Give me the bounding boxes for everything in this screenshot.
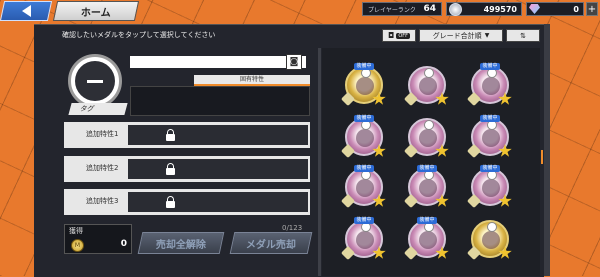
medal-portrait — [419, 179, 437, 197]
sell-medals-label: メダル売却 — [246, 239, 296, 251]
sell-medals-button[interactable]: メダル売却 — [229, 232, 313, 254]
equipped-badge: 装備中 — [354, 217, 374, 224]
lock-icon — [166, 196, 175, 208]
filter-status: OFF — [396, 32, 410, 39]
equipped-badge: 装備中 — [417, 165, 437, 172]
instruction-text: 確認したいメダルをタップして選択してください — [62, 31, 216, 39]
equipped-badge: 装備中 — [480, 63, 500, 70]
medal-item[interactable]: 装備中 — [466, 63, 512, 107]
player-rank-value: 64 — [423, 4, 436, 14]
panel-stripe — [544, 24, 550, 276]
sell-count: 0/123 — [282, 224, 303, 232]
home-button[interactable]: ホーム — [52, 1, 140, 21]
unselect-all-button[interactable]: 売却全解除 — [137, 232, 225, 254]
scrollbar[interactable] — [541, 150, 543, 164]
extra-trait-label: 追加特性2 — [86, 164, 119, 172]
lock-icon — [166, 163, 175, 175]
medal-item[interactable]: 装備中 — [340, 63, 386, 107]
lock-icon — [166, 129, 175, 141]
gem-value: 0 — [573, 4, 579, 14]
medal-item[interactable]: 装備中 — [403, 165, 449, 209]
equipped-badge: 装備中 — [480, 165, 500, 172]
equipped-badge: 装備中 — [354, 63, 374, 70]
extra-trait-slot[interactable] — [128, 192, 308, 212]
medal-portrait — [356, 129, 374, 147]
chevron-down-icon: ▼ — [484, 32, 490, 39]
extra-trait-slot[interactable] — [128, 125, 308, 145]
medal-coin-icon: M — [71, 239, 84, 252]
equipped-badge: 装備中 — [480, 115, 500, 122]
equipped-badge: 装備中 — [354, 115, 374, 122]
extra-trait-row-1: 追加特性1 — [64, 122, 310, 148]
extra-trait-slot[interactable] — [128, 159, 308, 179]
unique-trait-box — [130, 86, 310, 116]
medal-portrait — [356, 77, 374, 95]
medal-portrait — [482, 231, 500, 249]
order-toggle-button[interactable]: ⇅ — [506, 29, 540, 42]
sort-label: グレード合計順 — [432, 31, 482, 40]
grade-icon — [424, 120, 434, 130]
sort-order-icon: ⇅ — [520, 31, 526, 40]
player-rank-label: プレイヤーランク — [368, 6, 416, 14]
medal-item[interactable] — [403, 118, 449, 159]
gem-counter: 0 — [526, 2, 584, 16]
earnings-label: 獲得 — [69, 227, 83, 235]
medal-item[interactable] — [466, 220, 512, 261]
extra-trait-row-3: 追加特性3 — [64, 189, 310, 215]
unselect-all-label: 売却全解除 — [156, 239, 206, 251]
back-arrow-icon — [21, 5, 31, 17]
bookmark-icon[interactable]: ◙ — [286, 54, 302, 70]
filter-icon: ◘ — [387, 31, 395, 40]
medal-item[interactable]: 装備中 — [466, 165, 512, 209]
coin-value: 499570 — [483, 4, 517, 14]
selected-medal-slot — [68, 54, 122, 108]
medal-portrait — [419, 129, 437, 147]
equipped-badge: 装備中 — [354, 165, 374, 172]
back-button[interactable] — [0, 1, 53, 21]
home-button-label: ホーム — [81, 7, 111, 19]
medal-portrait — [419, 77, 437, 95]
filter-button[interactable]: ◘ OFF — [382, 29, 416, 42]
medal-item[interactable]: 装備中 — [340, 165, 386, 209]
player-rank: プレイヤーランク 64 — [362, 2, 442, 16]
equipped-badge: 装備中 — [417, 217, 437, 224]
unique-trait-label: 固有特性 — [194, 75, 310, 86]
gem-icon — [529, 4, 540, 14]
medal-item[interactable]: 装備中 — [340, 217, 386, 261]
medal-portrait — [356, 231, 374, 249]
divider — [318, 48, 321, 276]
medal-portrait — [356, 179, 374, 197]
tag-label: タグ — [68, 103, 128, 115]
add-gems-button[interactable]: + — [586, 2, 598, 16]
coin-icon — [449, 2, 462, 16]
medal-portrait — [419, 231, 437, 249]
medal-portrait — [482, 179, 500, 197]
grade-icon — [424, 68, 434, 78]
top-bar: ホーム プレイヤーランク 64 499570 0 + — [0, 0, 600, 21]
empty-medal-icon — [75, 61, 115, 101]
earnings-value: 0 — [120, 239, 127, 249]
extra-trait-label: 追加特性3 — [86, 197, 119, 205]
medal-item[interactable] — [403, 66, 449, 107]
medal-item[interactable]: 装備中 — [466, 115, 512, 159]
medal-item[interactable]: 装備中 — [403, 217, 449, 261]
medal-portrait — [482, 129, 500, 147]
grade-icon — [487, 222, 497, 232]
earnings-box: 獲得 M 0 — [64, 224, 132, 254]
coin-counter: 499570 — [446, 2, 522, 16]
medal-name-bar — [130, 56, 306, 68]
extra-trait-label: 追加特性1 — [86, 130, 119, 138]
extra-trait-row-2: 追加特性2 — [64, 156, 310, 182]
medal-portrait — [482, 77, 500, 95]
medal-item[interactable]: 装備中 — [340, 115, 386, 159]
sort-button[interactable]: グレード合計順 ▼ — [419, 29, 503, 42]
